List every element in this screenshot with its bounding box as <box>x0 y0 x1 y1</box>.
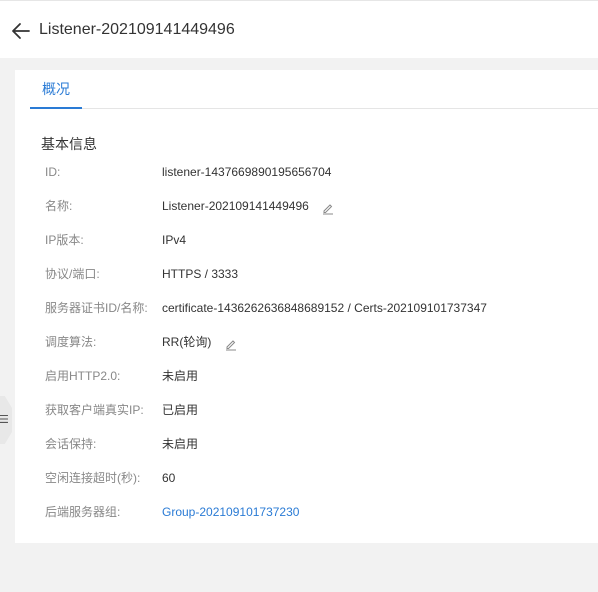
field-label: 名称: <box>45 199 73 213</box>
field-row-scheduling: 调度算法: RR(轮询) <box>15 332 598 352</box>
field-value: Listener-202109141449496 <box>162 199 309 213</box>
field-value: HTTPS / 3333 <box>162 267 239 281</box>
section-title: 基本信息 <box>41 136 97 152</box>
field-row-session: 会话保持: 未启用 <box>15 434 598 454</box>
field-label: 会话保持: <box>45 437 97 451</box>
field-value-wrap: RR(轮询) <box>162 332 237 352</box>
backend-group-link[interactable]: Group-202109101737230 <box>162 502 299 522</box>
field-value: RR(轮询) <box>162 335 212 349</box>
field-label: IP版本: <box>45 233 84 247</box>
field-label: 服务器证书ID/名称: <box>45 301 148 315</box>
field-row-real-ip: 获取客户端真实IP: 已启用 <box>15 400 598 420</box>
field-row-protocol-port: 协议/端口: HTTPS / 3333 <box>15 264 598 284</box>
page-title: Listener-202109141449496 <box>39 21 235 38</box>
field-value: 未启用 <box>162 437 199 451</box>
field-row-name: 名称: Listener-202109141449496 <box>15 196 598 216</box>
field-row-certificate: 服务器证书ID/名称: certificate-1436262636848689… <box>15 298 598 318</box>
field-label: ID: <box>45 165 61 179</box>
edit-pencil-icon[interactable] <box>322 201 334 215</box>
field-value: IPv4 <box>162 233 187 247</box>
field-value: listener-1437669890195656704 <box>162 165 332 179</box>
field-label: 获取客户端真实IP: <box>45 403 144 417</box>
field-label: 空闲连接超时(秒): <box>45 471 141 485</box>
field-row-idle-timeout: 空闲连接超时(秒): 60 <box>15 468 598 488</box>
menu-lines-icon: ☰ <box>0 414 9 426</box>
field-value: certificate-1436262636848689152 / Certs-… <box>162 301 487 315</box>
tab-overview[interactable]: 概况 <box>30 70 82 109</box>
field-label: 后端服务器组: <box>45 505 121 519</box>
field-row-id: ID: listener-1437669890195656704 <box>15 162 598 182</box>
page-header: Listener-202109141449496 <box>0 0 598 58</box>
field-row-http2: 启用HTTP2.0: 未启用 <box>15 366 598 386</box>
field-row-backend-group: 后端服务器组: Group-202109101737230 <box>15 502 598 522</box>
field-value-wrap: Listener-202109141449496 <box>162 196 334 216</box>
field-label: 协议/端口: <box>45 267 100 281</box>
side-panel-toggle[interactable]: ☰ <box>0 396 12 444</box>
edit-pencil-icon[interactable] <box>225 337 237 351</box>
field-value: 未启用 <box>162 369 199 383</box>
field-row-ip-version: IP版本: IPv4 <box>15 230 598 250</box>
field-label: 调度算法: <box>45 335 97 349</box>
field-value: 60 <box>162 471 176 485</box>
tab-bar: 概况 <box>30 70 598 109</box>
field-label: 启用HTTP2.0: <box>45 369 121 383</box>
detail-card: 概况 基本信息 ID: listener-1437669890195656704… <box>15 70 598 543</box>
field-value: 已启用 <box>162 403 199 417</box>
back-arrow-icon[interactable] <box>10 20 32 42</box>
